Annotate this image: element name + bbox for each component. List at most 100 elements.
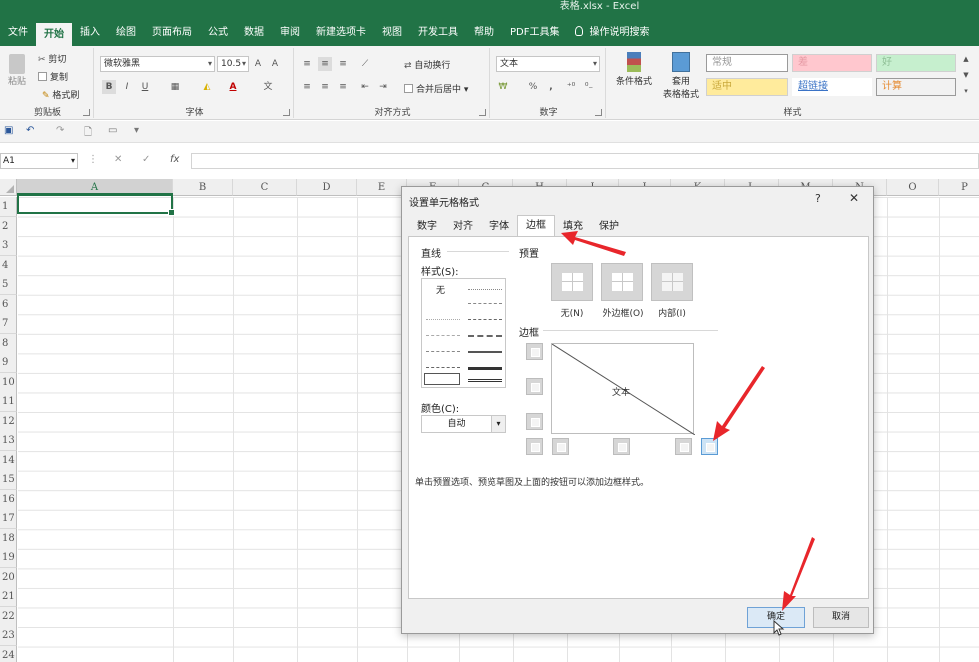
tab-developer[interactable]: 开发工具	[410, 20, 466, 46]
row-header-8[interactable]: 8	[0, 334, 17, 354]
row-header-2[interactable]: 2	[0, 217, 17, 237]
column-header-b[interactable]: B	[173, 179, 233, 196]
line-style-selected[interactable]	[424, 373, 460, 385]
border-diagonal-up-button[interactable]	[526, 438, 543, 455]
underline-button[interactable]: U	[138, 80, 152, 94]
style-neutral[interactable]: 适中	[706, 78, 788, 96]
tab-formulas[interactable]: 公式	[200, 20, 236, 46]
tab-review[interactable]: 审阅	[272, 20, 308, 46]
row-header-12[interactable]: 12	[0, 412, 17, 432]
tab-page-layout[interactable]: 页面布局	[144, 20, 200, 46]
line-style-list[interactable]: 无	[421, 278, 506, 388]
decrease-decimal-icon[interactable]: ⁰₋	[582, 80, 596, 94]
tell-me-search[interactable]: 操作说明搜索	[567, 20, 657, 46]
format-painter-button[interactable]: ✎ 格式刷	[42, 88, 79, 101]
number-format-select[interactable]: 文本	[496, 56, 600, 72]
preset-none-button[interactable]	[551, 263, 593, 301]
line-style-option[interactable]	[468, 367, 502, 370]
row-header-20[interactable]: 20	[0, 568, 17, 588]
decrease-font-icon[interactable]: A	[268, 57, 282, 71]
line-style-option[interactable]	[426, 319, 460, 320]
border-right-button[interactable]	[675, 438, 692, 455]
row-header-14[interactable]: 14	[0, 451, 17, 471]
decrease-indent-icon[interactable]: ⇤	[358, 80, 372, 94]
alignment-launcher-icon[interactable]	[479, 109, 486, 116]
style-good[interactable]: 好	[876, 54, 956, 72]
fill-color-icon[interactable]: ◭	[200, 80, 214, 94]
increase-decimal-icon[interactable]: ⁺⁰	[564, 80, 578, 94]
align-bottom-icon[interactable]: ≡	[336, 57, 350, 71]
comma-button[interactable]: ,	[544, 80, 558, 94]
row-header-21[interactable]: 21	[0, 587, 17, 607]
row-header-13[interactable]: 13	[0, 431, 17, 451]
border-bottom-button[interactable]	[526, 413, 543, 430]
line-style-none[interactable]: 无	[436, 283, 445, 296]
border-diagonal-down-button[interactable]	[701, 438, 718, 455]
formula-input[interactable]	[191, 153, 979, 169]
row-header-6[interactable]: 6	[0, 295, 17, 315]
row-header-24[interactable]: 24	[0, 646, 17, 662]
line-style-option[interactable]	[468, 303, 502, 304]
align-left-icon[interactable]: ≡	[300, 80, 314, 94]
close-icon[interactable]: ✕	[849, 191, 859, 205]
row-header-22[interactable]: 22	[0, 607, 17, 627]
tab-draw[interactable]: 绘图	[108, 20, 144, 46]
styles-scroll-up-icon[interactable]: ▲	[959, 52, 973, 66]
font-size-select[interactable]: 10.5	[217, 56, 249, 72]
format-as-table-button[interactable]: 套用 表格格式	[656, 52, 706, 100]
column-header-c[interactable]: C	[233, 179, 297, 196]
save-icon[interactable]: ▣	[4, 125, 13, 136]
line-style-option[interactable]	[468, 289, 502, 290]
tab-new-tab[interactable]: 新建选项卡	[308, 20, 374, 46]
line-style-option[interactable]	[468, 335, 502, 337]
border-preview[interactable]: 文本	[551, 343, 695, 435]
increase-font-icon[interactable]: A	[251, 57, 265, 71]
style-bad[interactable]: 差	[792, 54, 872, 72]
insert-function-icon[interactable]: fx	[170, 154, 179, 165]
styles-scroll-down-icon[interactable]: ▼	[959, 68, 973, 82]
column-header-p[interactable]: P	[939, 179, 979, 196]
conditional-format-button[interactable]: 条件格式	[612, 52, 656, 87]
paste-button[interactable]: 粘贴	[6, 54, 28, 87]
cut-button[interactable]: ✂ 剪切	[38, 52, 66, 65]
tab-alignment[interactable]: 对齐	[445, 217, 481, 237]
percent-button[interactable]: %	[526, 80, 540, 94]
row-header-15[interactable]: 15	[0, 470, 17, 490]
style-hyperlink[interactable]: 超链接	[792, 78, 872, 96]
tab-view[interactable]: 视图	[374, 20, 410, 46]
row-header-7[interactable]: 7	[0, 314, 17, 334]
clipboard-launcher-icon[interactable]	[83, 109, 90, 116]
undo-icon[interactable]: ↶	[26, 125, 34, 136]
row-header-9[interactable]: 9	[0, 353, 17, 373]
column-header-o[interactable]: O	[887, 179, 939, 196]
cancel-button[interactable]: 取消	[813, 607, 869, 628]
line-style-option[interactable]	[468, 319, 502, 320]
screen-icon[interactable]: ▭	[108, 125, 117, 136]
line-style-option[interactable]	[468, 379, 502, 382]
styles-more-icon[interactable]: ▾	[959, 84, 973, 98]
align-middle-icon[interactable]: ≡	[318, 57, 332, 71]
phonetic-icon[interactable]: 文	[261, 80, 275, 94]
increase-indent-icon[interactable]: ⇥	[376, 80, 390, 94]
row-header-16[interactable]: 16	[0, 490, 17, 510]
name-box[interactable]: A1	[0, 153, 78, 169]
wrap-text-button[interactable]: ⇄ 自动换行	[404, 58, 450, 71]
border-middle-horizontal-button[interactable]	[526, 378, 543, 395]
tab-home[interactable]: 开始	[36, 23, 72, 46]
font-color-icon[interactable]: A	[226, 80, 240, 94]
tab-pdf-tools[interactable]: PDF工具集	[502, 20, 567, 46]
row-header-11[interactable]: 11	[0, 392, 17, 412]
row-header-23[interactable]: 23	[0, 626, 17, 646]
currency-icon[interactable]: ₩	[496, 80, 510, 94]
border-middle-vertical-button[interactable]	[613, 438, 630, 455]
row-header-3[interactable]: 3	[0, 236, 17, 256]
line-style-option[interactable]	[426, 367, 460, 368]
tab-font[interactable]: 字体	[481, 217, 517, 237]
tab-fill[interactable]: 填充	[555, 217, 591, 237]
redo-icon[interactable]: ↷	[56, 125, 64, 136]
border-left-button[interactable]	[552, 438, 569, 455]
ok-button[interactable]: 确定	[747, 607, 805, 628]
confirm-entry-icon[interactable]: ✓	[142, 154, 150, 165]
preset-outline-button[interactable]	[601, 263, 643, 301]
active-cell-a1[interactable]	[17, 193, 175, 216]
